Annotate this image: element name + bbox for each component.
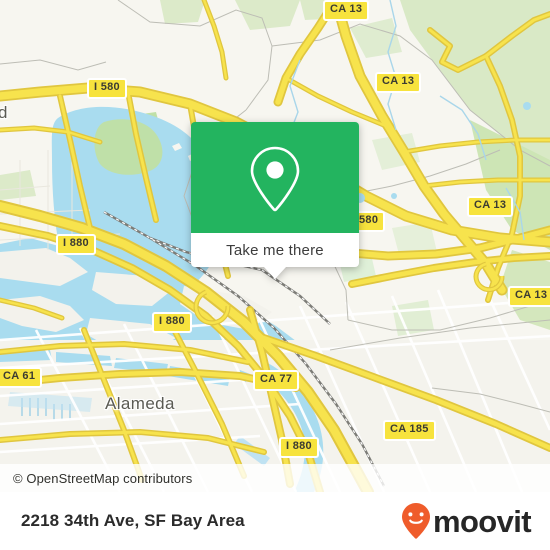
map-canvas[interactable]: d Alameda CA 13 CA 13 I 580 CA 13 580 I … <box>0 0 550 492</box>
road-shield-i880-south: I 880 <box>279 437 319 458</box>
road-shield-ca13-upper: CA 13 <box>375 72 422 93</box>
road-shield-i580-west: I 580 <box>87 78 127 99</box>
page-footer: 2218 34th Ave, SF Bay Area moovit <box>0 492 550 550</box>
popup-tail <box>264 267 286 279</box>
popup-footer[interactable]: Take me there <box>191 233 359 279</box>
road-shield-ca185: CA 185 <box>383 420 436 441</box>
road-shield-i880-north: I 880 <box>56 234 96 255</box>
location-popup[interactable]: Take me there <box>191 122 359 279</box>
road-shield-ca61: CA 61 <box>0 367 43 388</box>
map-pin-icon <box>250 146 300 211</box>
road-shield-ca77: CA 77 <box>253 370 300 391</box>
popup-header <box>191 122 359 233</box>
address-label: 2218 34th Ave, SF Bay Area <box>21 511 245 530</box>
moovit-pin-smiley-icon <box>401 503 430 539</box>
place-label-oakland: d <box>0 103 8 122</box>
road-shield-ca13-east: CA 13 <box>467 196 514 217</box>
place-label-alameda: Alameda <box>105 394 175 413</box>
map-attribution-bar: © OpenStreetMap contributors <box>0 464 550 492</box>
road-shield-ca13-southeast: CA 13 <box>508 286 550 307</box>
road-shield-ca13-north: CA 13 <box>323 0 370 21</box>
osm-attribution-text[interactable]: © OpenStreetMap contributors <box>13 471 192 486</box>
moovit-wordmark: moovit <box>432 503 532 539</box>
moovit-map-page: d Alameda CA 13 CA 13 I 580 CA 13 580 I … <box>0 0 550 550</box>
moovit-logo[interactable]: moovit <box>401 502 532 540</box>
road-shield-i880-mid: I 880 <box>152 312 192 333</box>
take-me-there-label: Take me there <box>226 241 324 259</box>
